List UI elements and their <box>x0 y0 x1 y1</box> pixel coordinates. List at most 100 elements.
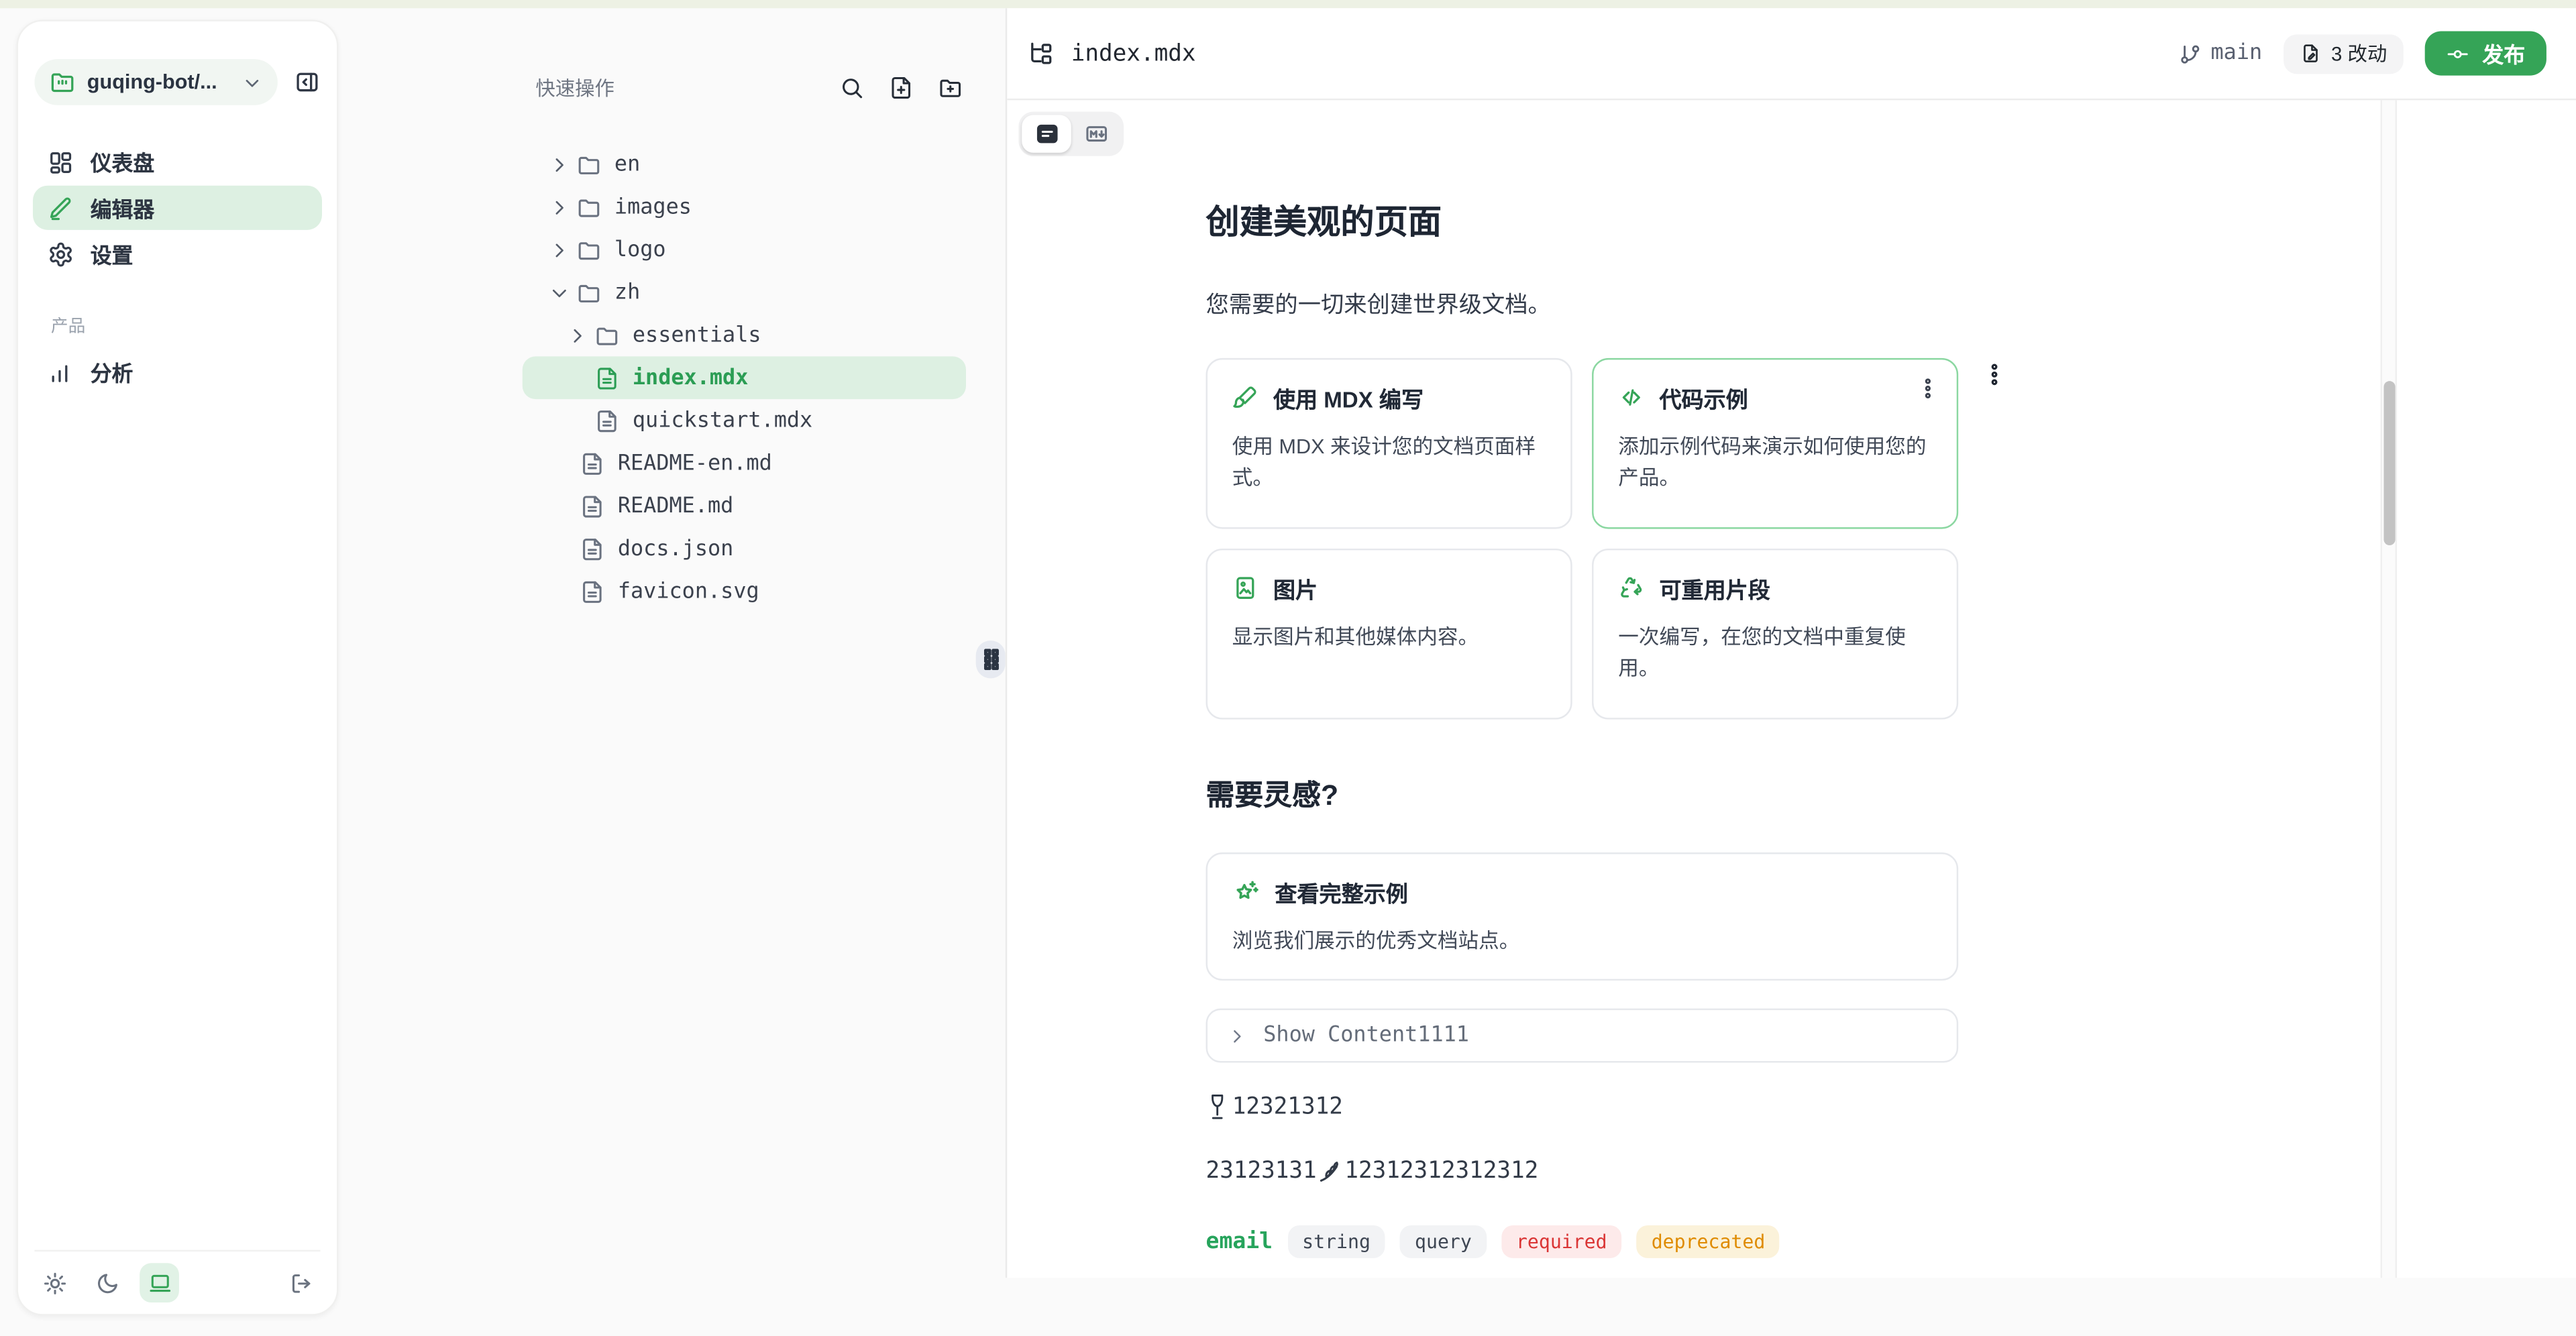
chevron-down-icon <box>241 72 263 93</box>
folder-icon <box>595 323 620 347</box>
sidebar-item-settings[interactable]: 设置 <box>33 231 322 276</box>
file-icon <box>580 579 604 604</box>
dashboard-icon <box>48 149 74 175</box>
tree-folder-images[interactable]: images <box>523 186 966 229</box>
sun-icon <box>42 1270 66 1295</box>
sidebar-footer <box>34 1250 320 1302</box>
accordion-show-content[interactable]: Show Content1111 <box>1206 1009 1959 1064</box>
accordion-label: Show Content1111 <box>1263 1024 1469 1049</box>
doc-heading-2: 需要灵感? <box>1206 773 1959 814</box>
folder-icon <box>577 152 602 177</box>
card-desc: 添加示例代码来演示如何使用您的产品。 <box>1618 432 1932 496</box>
param-row[interactable]: email string query required deprecated <box>1206 1226 1959 1259</box>
project-name: guqing-bot/... <box>87 70 217 93</box>
tree-folder-logo[interactable]: logo <box>523 228 966 271</box>
branch-selector[interactable]: main <box>2178 41 2263 66</box>
tree-file-index-mdx[interactable]: index.mdx <box>523 356 966 399</box>
folder-icon <box>577 237 602 262</box>
param-deprecated-badge: deprecated <box>1637 1226 1780 1259</box>
editor-filename: index.mdx <box>1071 40 1196 66</box>
code-icon <box>1618 384 1644 410</box>
file-icon <box>580 537 604 561</box>
file-tree: en images logo zh essentials <box>523 143 966 612</box>
showcase-card[interactable]: 查看完整示例 浏览我们展示的优秀文档站点。 <box>1206 852 1959 981</box>
card-snippets[interactable]: 可重用片段 一次编写，在您的文档中重复使用。 <box>1592 549 1958 720</box>
sidebar-item-analytics[interactable]: 分析 <box>33 350 322 394</box>
doc-heading-1: 创建美观的页面 <box>1206 194 1959 243</box>
param-type-badge: string <box>1287 1226 1385 1259</box>
line-2-after: 12312312312312 <box>1344 1158 1538 1184</box>
panel-resize-handle[interactable] <box>976 641 1006 678</box>
chevron-right-icon <box>1227 1026 1246 1046</box>
tree-file-readme[interactable]: README.md <box>523 484 966 527</box>
theme-light-button[interactable] <box>34 1263 74 1302</box>
publish-button[interactable]: 发布 <box>2425 32 2546 76</box>
changes-badge[interactable]: 3 改动 <box>2284 34 2404 73</box>
red-leaf-icon <box>1318 1160 1343 1184</box>
text-line-1[interactable]: 12321312 <box>1206 1091 1959 1124</box>
sidebar-item-label: 设置 <box>91 238 133 270</box>
card-images[interactable]: 图片 显示图片和其他媒体内容。 <box>1206 549 1572 720</box>
file-tree-panel: 快速操作 en images <box>523 0 986 1335</box>
moon-icon <box>95 1270 119 1295</box>
tree-file-docs-json[interactable]: docs.json <box>523 527 966 570</box>
sidebar-item-label: 仪表盘 <box>91 146 155 178</box>
sidebar-item-editor[interactable]: 编辑器 <box>33 186 322 230</box>
card-code-samples[interactable]: 代码示例 添加示例代码来演示如何使用您的产品。 <box>1592 358 1958 529</box>
document-view-icon <box>1034 121 1059 146</box>
editor-scrollbar-track[interactable] <box>2381 100 2397 1278</box>
tab-visual-editor[interactable] <box>1022 115 1071 152</box>
file-icon <box>595 408 620 433</box>
card-desc: 使用 MDX 来设计您的文档页面样式。 <box>1232 432 1546 496</box>
markdown-icon <box>1083 121 1108 146</box>
new-folder-icon[interactable] <box>938 76 963 101</box>
chevron-right-icon <box>549 239 570 260</box>
file-icon <box>580 451 604 476</box>
sidebar-collapse-button[interactable] <box>294 69 320 95</box>
sidebar-section-label: 产品 <box>51 314 337 339</box>
card-grid: 使用 MDX 编写 使用 MDX 来设计您的文档页面样式。 代码示例 添加示例代 <box>1206 358 1959 720</box>
editor-panel: index.mdx main 3 改动 <box>1006 8 2576 1278</box>
paintbrush-icon <box>1232 384 1258 410</box>
scrollbar-thumb[interactable] <box>2383 381 2394 545</box>
card-title: 图片 <box>1273 571 1318 604</box>
star-sparkle-icon <box>1232 878 1260 906</box>
tree-file-favicon-svg[interactable]: favicon.svg <box>523 570 966 613</box>
block-menu-icon[interactable] <box>1981 361 2007 388</box>
card-menu-icon[interactable] <box>1916 376 1941 401</box>
tab-markdown-source[interactable] <box>1071 115 1120 152</box>
grip-dots-icon <box>983 649 998 670</box>
bar-chart-icon <box>48 359 74 385</box>
folder-icon <box>577 280 602 305</box>
tree-folder-essentials[interactable]: essentials <box>523 314 966 357</box>
file-icon <box>580 494 604 518</box>
publish-label: 发布 <box>2482 38 2525 69</box>
quick-actions-label: 快速操作 <box>535 74 614 102</box>
tree-folder-zh[interactable]: zh <box>523 271 966 314</box>
view-mode-tabs <box>1018 112 1124 156</box>
search-icon[interactable] <box>839 76 864 101</box>
card-mdx[interactable]: 使用 MDX 编写 使用 MDX 来设计您的文档页面样式。 <box>1206 358 1572 529</box>
git-commit-icon <box>2446 42 2469 64</box>
sidebar-item-dashboard[interactable]: 仪表盘 <box>33 140 322 184</box>
image-icon <box>1232 575 1258 601</box>
document-body: 创建美观的页面 您需要的一切来创建世界级文档。 使用 MDX 编写 使用 MDX… <box>1206 100 1959 1278</box>
card-desc: 一次编写，在您的文档中重复使用。 <box>1618 622 1932 686</box>
line-2-before: 23123131 <box>1206 1158 1317 1184</box>
tree-folder-en[interactable]: en <box>523 143 966 186</box>
file-tree-header: 快速操作 <box>535 74 963 102</box>
sidebar-item-label: 分析 <box>91 356 133 388</box>
logout-button[interactable] <box>281 1263 321 1302</box>
tree-file-quickstart-mdx[interactable]: quickstart.mdx <box>523 399 966 442</box>
project-selector[interactable]: guqing-bot/... <box>34 59 277 105</box>
changes-count: 3 改动 <box>2331 40 2387 68</box>
project-row: guqing-bot/... <box>34 59 320 105</box>
theme-system-button[interactable] <box>140 1263 179 1302</box>
folder-icon <box>577 194 602 219</box>
text-line-2[interactable]: 23123131 12312312312312 <box>1206 1158 1959 1184</box>
theme-dark-button[interactable] <box>87 1263 127 1302</box>
tree-file-readme-en[interactable]: README-en.md <box>523 442 966 485</box>
new-file-icon[interactable] <box>889 76 914 101</box>
project-folder-icon <box>49 69 75 95</box>
logout-icon <box>288 1270 313 1295</box>
